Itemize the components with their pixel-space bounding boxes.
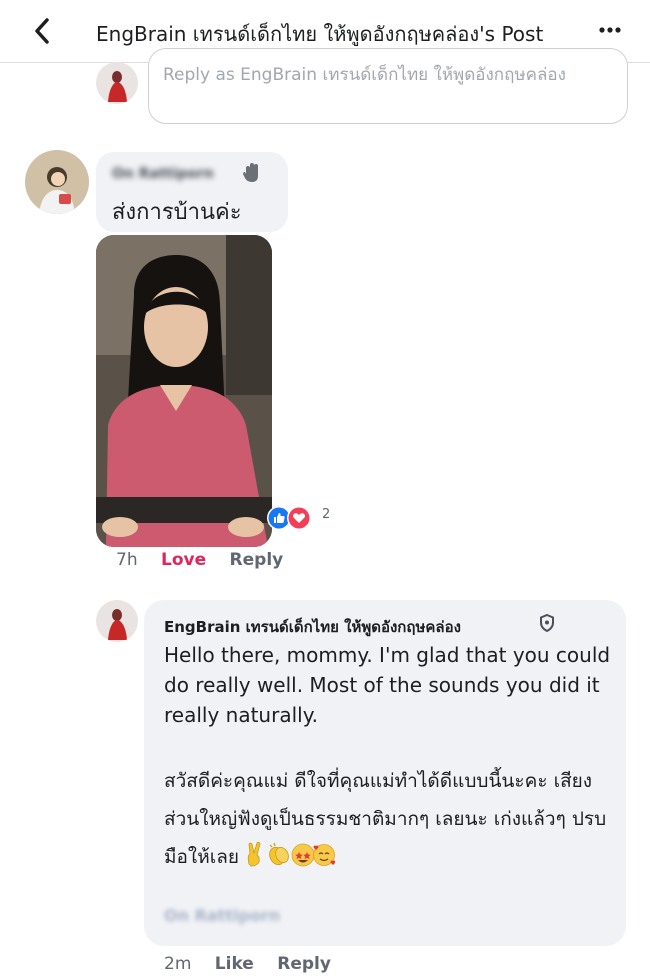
- avatar[interactable]: [25, 150, 89, 214]
- comment-text: ส่งการบ้านค่ะ: [112, 200, 242, 225]
- reply-button[interactable]: Reply: [230, 550, 284, 570]
- like-button[interactable]: Like: [215, 954, 254, 974]
- more-options-button[interactable]: [592, 15, 628, 45]
- reply-button[interactable]: Reply: [277, 954, 331, 974]
- victory-hand-icon: [247, 841, 261, 867]
- avatar: [96, 62, 138, 104]
- emoji-row: [247, 841, 336, 867]
- tagged-user[interactable]: On Rattiporn: [164, 906, 280, 925]
- clapping-hands-icon: [269, 842, 289, 866]
- reply-timestamp: 2m: [164, 954, 192, 974]
- more-horizontal-icon: [599, 27, 621, 33]
- waving-hand-icon: [243, 163, 258, 182]
- smiling-face-with-hearts-icon: [313, 844, 336, 866]
- back-button[interactable]: [28, 14, 58, 48]
- shield-icon: [540, 614, 554, 632]
- video-attachment[interactable]: [96, 235, 272, 547]
- love-button[interactable]: Love: [161, 550, 206, 570]
- reply-bubble: EngBrain เทรนด์เด็กไทย ให้พูดอังกฤษคล่อง…: [144, 600, 626, 946]
- starstruck-face-icon: [291, 843, 315, 867]
- reply-actions: 2m Like Reply: [164, 954, 349, 974]
- reaction-count: 2: [322, 507, 331, 522]
- reply-text-english: Hello there, mommy. I'm glad that you co…: [164, 643, 611, 727]
- chevron-left-icon: [35, 18, 49, 44]
- reply-text-thai: สวัสดีค่ะคุณแม่ ดีใจที่คุณแม่ทำได้ดีแบบน…: [164, 762, 616, 876]
- reply-input[interactable]: Reply as EngBrain เทรนด์เด็กไทย ให้พูดอั…: [148, 48, 628, 124]
- love-reaction-icon: [287, 506, 311, 530]
- page-title: EngBrain เทรนด์เด็กไทย ให้พูดอังกฤษคล่อง…: [96, 22, 544, 46]
- comment-bubble: On Rattiporn ส่งการบ้านค่ะ: [96, 152, 288, 232]
- comment-timestamp: 7h: [116, 550, 138, 570]
- reply-text-thai-content: สวัสดีค่ะคุณแม่ ดีใจที่คุณแม่ทำได้ดีแบบน…: [164, 770, 607, 868]
- comment-author[interactable]: On Rattiporn: [112, 166, 214, 182]
- avatar[interactable]: [96, 600, 138, 642]
- comment-actions: 7h Love Reply: [116, 550, 301, 570]
- reply-author[interactable]: EngBrain เทรนด์เด็กไทย ให้พูดอังกฤษคล่อง: [164, 615, 461, 639]
